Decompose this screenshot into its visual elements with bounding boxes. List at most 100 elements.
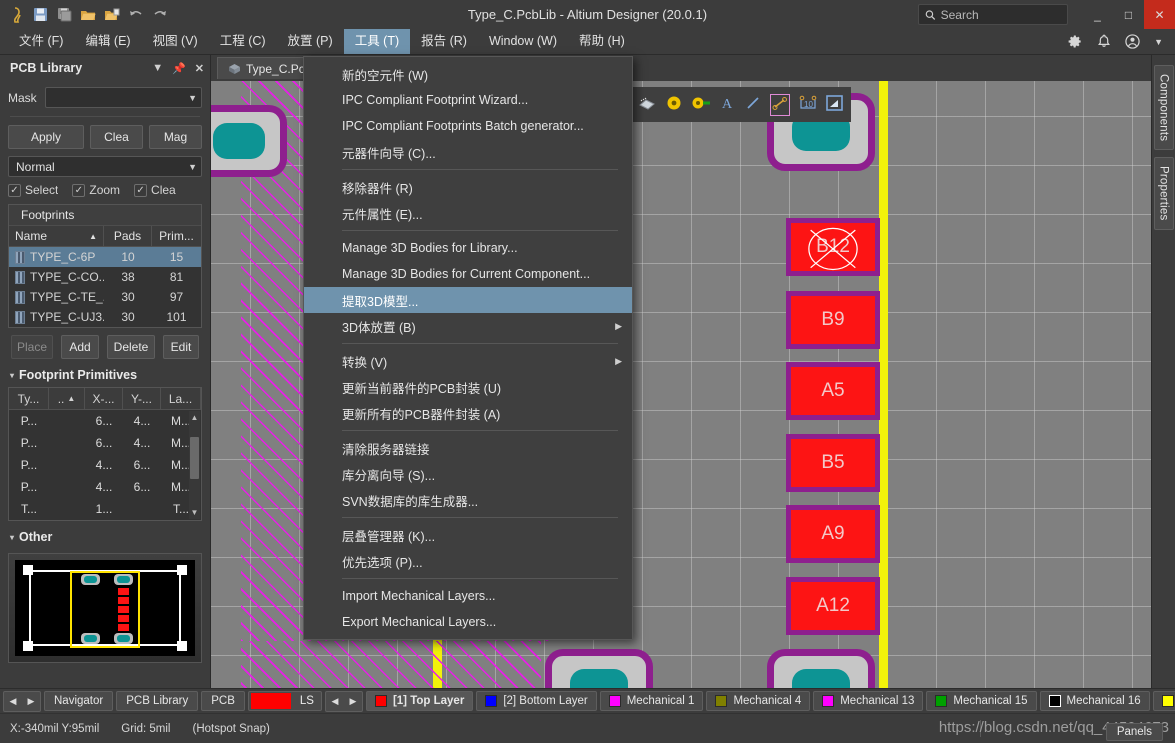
maximize-button[interactable]: □ — [1113, 0, 1144, 29]
table-row[interactable]: TYPE_C-CO... 38 81 — [9, 267, 201, 287]
save-all-icon[interactable] — [53, 4, 75, 26]
clear-button[interactable]: Clea — [89, 125, 143, 149]
add-button[interactable]: Add — [61, 335, 99, 359]
place-button[interactable]: Place — [11, 335, 53, 359]
table-row[interactable]: P... 6... 4... M... — [9, 410, 201, 432]
search-input[interactable] — [940, 7, 1061, 22]
checkbox-icon[interactable]: ✓ — [134, 183, 148, 197]
menu-tools[interactable]: 工具 (T) — [343, 29, 411, 54]
layer-tab-top-layer[interactable]: [1] Top Layer — [365, 691, 474, 711]
rail-tab-properties[interactable]: Properties — [1153, 157, 1174, 230]
layer-tab-mechanical-13[interactable]: Mechanical 13 — [813, 691, 924, 711]
chevron-down-icon[interactable]: ▼ — [1154, 37, 1163, 47]
apply-button[interactable]: Apply — [8, 125, 84, 149]
table-row[interactable]: TYPE_C-TE_... 30 97 — [9, 287, 201, 307]
layer-tab-top-overlay[interactable]: Top Overlay — [1152, 691, 1175, 711]
open-project-icon[interactable] — [101, 4, 123, 26]
panel-tab-pcb-library[interactable]: PCB Library — [116, 691, 199, 711]
chevron-down-icon[interactable]: ▼ — [152, 62, 163, 74]
line-icon[interactable] — [745, 95, 761, 114]
menu-file[interactable]: 文件 (F) — [8, 29, 74, 54]
menu-item-export-mechanical-layers[interactable]: Export Mechanical Layers... — [304, 609, 632, 635]
layer-nav-next[interactable]: ▶ — [344, 692, 362, 711]
menu-reports[interactable]: 报告 (R) — [410, 29, 478, 54]
checkbox-select[interactable]: ✓ Select — [8, 183, 58, 197]
menu-item-3d-body-placement[interactable]: 3D体放置 (B) ▶ — [304, 313, 632, 339]
panel-tab-pcb[interactable]: PCB — [201, 691, 245, 711]
checkbox-icon[interactable]: ✓ — [8, 183, 21, 197]
other-section-header[interactable]: ▾ Other — [10, 530, 202, 544]
dimension-icon[interactable] — [770, 93, 790, 116]
menu-item-update-all-pcb-footprints[interactable]: 更新所有的PCB器件封装 (A) — [304, 400, 632, 426]
menu-item-component-wizard[interactable]: 元器件向导 (C)... — [304, 139, 632, 165]
menu-item-svn-database-library-maker[interactable]: SVN数据库的库生成器... — [304, 487, 632, 513]
panels-button[interactable]: Panels — [1105, 723, 1163, 741]
delete-button[interactable]: Delete — [107, 335, 155, 359]
menu-item-component-properties[interactable]: 元件属性 (E)... — [304, 200, 632, 226]
menu-item-update-current-pcb-footprint[interactable]: 更新当前器件的PCB封装 (U) — [304, 374, 632, 400]
table-row[interactable]: P... 4... 6... M... — [9, 476, 201, 498]
layer-tab-mechanical-1[interactable]: Mechanical 1 — [599, 691, 704, 711]
column-y[interactable]: Y-... — [123, 388, 161, 409]
menu-project[interactable]: 工程 (C) — [209, 29, 277, 54]
column-layer[interactable]: La... — [161, 388, 201, 409]
edit-button[interactable]: Edit — [163, 335, 199, 359]
close-icon[interactable]: ✕ — [195, 62, 204, 75]
gear-icon[interactable] — [1068, 34, 1083, 49]
menu-item-import-mechanical-layers[interactable]: Import Mechanical Layers... — [304, 583, 632, 609]
footprint-primitives-header[interactable]: ▾ Footprint Primitives — [10, 368, 202, 382]
polygon-icon[interactable] — [826, 95, 843, 114]
menu-edit[interactable]: 编辑 (E) — [74, 29, 141, 54]
menu-view[interactable]: 视图 (V) — [142, 29, 209, 54]
layer-tab-mechanical-15[interactable]: Mechanical 15 — [926, 691, 1037, 711]
mask-mode-select[interactable]: Normal ▼ — [8, 156, 202, 177]
scrollbar-thumb[interactable] — [190, 437, 199, 479]
table-row[interactable]: T... 1... T... — [9, 498, 201, 520]
column-x[interactable]: X-... — [85, 388, 123, 409]
layer-color-swatch[interactable] — [250, 693, 291, 709]
chevron-down-icon[interactable]: ▼ — [188, 93, 197, 103]
layer-nav-prev[interactable]: ◀ — [326, 692, 344, 711]
bell-icon[interactable] — [1097, 34, 1111, 49]
collapse-triangle-icon[interactable]: ▾ — [10, 371, 14, 380]
layer-tab-mechanical-4[interactable]: Mechanical 4 — [706, 691, 811, 711]
column-pads[interactable]: Pads — [104, 226, 152, 246]
scroll-down-icon[interactable]: ▼ — [189, 506, 200, 519]
menu-item-manage-3d-bodies-current-component[interactable]: Manage 3D Bodies for Current Component..… — [304, 261, 632, 287]
table-row[interactable]: TYPE_C-6P 10 15 — [9, 247, 201, 267]
layer-tab-mechanical-16[interactable]: Mechanical 16 — [1039, 691, 1150, 711]
scroll-up-icon[interactable]: ▲ — [189, 411, 200, 424]
checkbox-clear[interactable]: ✓ Clea — [134, 183, 176, 197]
collapse-triangle-icon[interactable]: ▾ — [10, 533, 14, 542]
open-folder-icon[interactable] — [77, 4, 99, 26]
table-row[interactable]: P... 4... 6... M... — [9, 454, 201, 476]
menu-item-convert[interactable]: 转换 (V) ▶ — [304, 348, 632, 374]
table-row[interactable]: P... 6... 4... M... — [9, 432, 201, 454]
column-prims[interactable]: Prim... — [152, 226, 201, 246]
column-type[interactable]: Ty... — [9, 388, 49, 409]
checkbox-zoom[interactable]: ✓ Zoom — [72, 183, 120, 197]
layer-selector[interactable]: LS — [247, 691, 322, 711]
menu-help[interactable]: 帮助 (H) — [568, 29, 636, 54]
panel-nav-prev[interactable]: ◀ — [4, 692, 22, 711]
undo-icon[interactable] — [125, 4, 147, 26]
menu-item-extract-3d-model[interactable]: 提取3D模型... — [304, 287, 632, 313]
search-box[interactable] — [918, 4, 1068, 25]
menu-item-ipc-footprint-wizard[interactable]: IPC Compliant Footprint Wizard... — [304, 87, 632, 113]
column-name[interactable]: Name ▲ — [9, 226, 104, 246]
menu-item-remove-component[interactable]: 移除器件 (R) — [304, 174, 632, 200]
menu-place[interactable]: 放置 (P) — [277, 29, 344, 54]
close-button[interactable]: ✕ — [1144, 0, 1175, 29]
user-account-icon[interactable] — [1125, 34, 1140, 49]
menu-item-clear-server-link[interactable]: 清除服务器链接 — [304, 435, 632, 461]
altium-logo-icon[interactable] — [5, 4, 27, 26]
chevron-down-icon[interactable]: ▼ — [188, 162, 197, 172]
mask-input[interactable]: ▼ — [44, 87, 202, 108]
footprint-preview[interactable] — [8, 553, 202, 663]
panel-nav-next[interactable]: ▶ — [22, 692, 40, 711]
checkbox-icon[interactable]: ✓ — [72, 183, 86, 197]
redo-icon[interactable] — [149, 4, 171, 26]
layer-selector-label[interactable]: LS — [293, 695, 321, 707]
column-2[interactable]: .. ▲ — [49, 388, 85, 409]
menu-item-layer-stack-manager[interactable]: 层叠管理器 (K)... — [304, 522, 632, 548]
